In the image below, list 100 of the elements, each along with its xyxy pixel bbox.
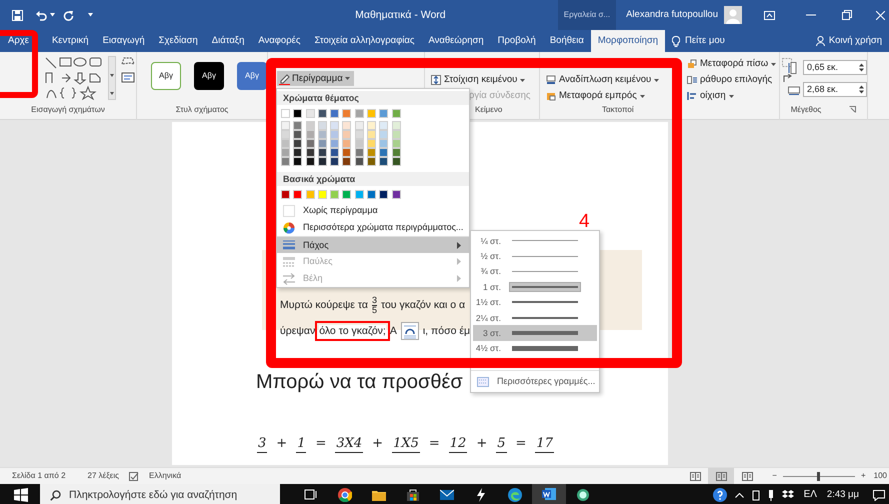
ribbon-tab[interactable]: Αναφορές bbox=[251, 30, 308, 52]
color-swatch[interactable] bbox=[330, 157, 340, 166]
spinner-icon[interactable] bbox=[859, 63, 864, 72]
color-swatch[interactable] bbox=[281, 148, 290, 157]
height-field[interactable]: 0,65 εκ. bbox=[803, 60, 867, 75]
color-swatch[interactable] bbox=[367, 139, 376, 148]
ribbon-command[interactable]: Μεταφορά πίσω bbox=[700, 58, 768, 70]
color-swatch[interactable] bbox=[293, 157, 302, 166]
browser-icon[interactable] bbox=[338, 488, 352, 502]
color-swatch[interactable] bbox=[367, 157, 376, 166]
close-icon[interactable] bbox=[876, 10, 885, 20]
save-icon[interactable] bbox=[12, 10, 23, 20]
color-swatch[interactable] bbox=[392, 157, 401, 166]
color-swatch[interactable] bbox=[354, 121, 364, 130]
caret-icon[interactable] bbox=[728, 94, 734, 98]
color-swatch[interactable] bbox=[318, 157, 327, 166]
share-button[interactable]: Κοινή χρήση bbox=[828, 35, 882, 47]
color-swatch[interactable] bbox=[293, 190, 302, 199]
color-swatch[interactable] bbox=[318, 130, 327, 139]
color-swatch[interactable] bbox=[354, 157, 364, 166]
color-swatch[interactable] bbox=[293, 109, 302, 118]
ribbon-command[interactable]: Αναδίπλωση κειμένου bbox=[559, 74, 652, 86]
app-icon[interactable] bbox=[576, 488, 590, 502]
color-swatch[interactable] bbox=[367, 121, 376, 130]
zoom-in-button[interactable]: + bbox=[860, 471, 866, 481]
store-icon[interactable] bbox=[406, 488, 420, 502]
wrap-text-icon[interactable] bbox=[546, 75, 556, 85]
color-swatch[interactable] bbox=[306, 121, 315, 130]
menu-item[interactable]: Πάχος bbox=[277, 236, 469, 253]
ribbon-tab[interactable]: Εισαγωγή bbox=[96, 30, 152, 52]
menu-item[interactable]: 2¼ στ. bbox=[473, 310, 597, 326]
bring-forward-icon[interactable] bbox=[546, 91, 556, 101]
color-swatch[interactable] bbox=[342, 139, 352, 148]
word-app-icon[interactable] bbox=[542, 487, 556, 501]
color-swatch[interactable] bbox=[379, 157, 388, 166]
color-swatch[interactable] bbox=[281, 190, 290, 199]
dropbox-icon[interactable] bbox=[782, 490, 794, 500]
customize-icon[interactable] bbox=[88, 13, 93, 17]
ribbon-command[interactable]: Στοίχιση κειμένου bbox=[444, 74, 518, 86]
color-swatch[interactable] bbox=[306, 148, 315, 157]
color-swatch[interactable] bbox=[342, 130, 352, 139]
align-icon[interactable] bbox=[687, 91, 697, 101]
ribbon-tab[interactable]: Στοιχεία αλληλογραφίας bbox=[307, 30, 422, 52]
minimize-icon[interactable] bbox=[806, 14, 816, 16]
color-swatch[interactable] bbox=[293, 139, 302, 148]
color-swatch[interactable] bbox=[392, 109, 401, 118]
caret-icon[interactable] bbox=[344, 77, 350, 80]
color-swatch[interactable] bbox=[330, 109, 340, 118]
ribbon-command[interactable]: ράθυρο επιλογής bbox=[700, 74, 772, 86]
ribbon-tab[interactable]: Μορφοποίηση bbox=[590, 30, 666, 52]
outline-button[interactable]: Περίγραμμα bbox=[277, 71, 354, 86]
color-swatch[interactable] bbox=[318, 139, 327, 148]
menu-item[interactable]: Χωρίς περίγραμμα bbox=[277, 202, 469, 219]
color-swatch[interactable] bbox=[330, 121, 340, 130]
caret-icon[interactable] bbox=[520, 78, 526, 82]
ribbon-tab[interactable]: Κεντρική bbox=[44, 30, 96, 52]
color-swatch[interactable] bbox=[379, 121, 388, 130]
zoom-level[interactable]: 100 bbox=[874, 471, 887, 481]
color-swatch[interactable] bbox=[281, 139, 290, 148]
menu-item[interactable]: Περισσότερες γραμμές... bbox=[471, 370, 599, 392]
rotate-icon[interactable] bbox=[782, 74, 794, 83]
color-swatch[interactable] bbox=[342, 190, 352, 199]
selection-pane-icon[interactable] bbox=[687, 75, 697, 85]
caret-icon[interactable] bbox=[771, 62, 776, 66]
redo-icon[interactable] bbox=[63, 10, 74, 20]
color-swatch[interactable] bbox=[379, 139, 388, 148]
color-swatch[interactable] bbox=[306, 109, 315, 118]
taskbar-button[interactable] bbox=[532, 484, 566, 504]
color-swatch[interactable] bbox=[281, 121, 290, 130]
color-swatch[interactable] bbox=[392, 121, 401, 130]
color-swatch[interactable] bbox=[306, 190, 315, 199]
lightning-icon[interactable] bbox=[474, 488, 488, 502]
tell-me-field[interactable]: Πείτε μου bbox=[685, 35, 725, 47]
color-swatch[interactable] bbox=[342, 109, 352, 118]
proofing-icon[interactable] bbox=[129, 472, 139, 480]
color-swatch[interactable] bbox=[330, 190, 340, 199]
menu-item[interactable]: ¾ στ. bbox=[473, 264, 597, 280]
color-swatch[interactable] bbox=[293, 130, 302, 139]
view-button[interactable] bbox=[708, 468, 734, 484]
mail-icon[interactable] bbox=[440, 488, 454, 502]
color-swatch[interactable] bbox=[392, 148, 401, 157]
device-icon[interactable] bbox=[752, 490, 760, 500]
clock-time[interactable]: 2:43 μμ bbox=[826, 489, 859, 501]
color-swatch[interactable] bbox=[379, 190, 388, 199]
color-swatch[interactable] bbox=[392, 139, 401, 148]
page-count[interactable]: Σελίδα 1 από 2 bbox=[12, 471, 66, 481]
color-swatch[interactable] bbox=[342, 121, 352, 130]
color-swatch[interactable] bbox=[318, 190, 327, 199]
color-swatch[interactable] bbox=[342, 148, 352, 157]
color-swatch[interactable] bbox=[318, 109, 327, 118]
menu-item[interactable]: 1½ στ. bbox=[473, 294, 597, 310]
menu-item[interactable]: 3 στ. bbox=[473, 325, 597, 341]
windows-start-icon[interactable] bbox=[14, 488, 28, 502]
caret-icon[interactable] bbox=[640, 94, 645, 98]
undo-icon[interactable] bbox=[35, 10, 47, 20]
color-swatch[interactable] bbox=[306, 130, 315, 139]
print-layout-icon[interactable] bbox=[716, 472, 727, 480]
layout-options-icon[interactable] bbox=[400, 322, 419, 340]
caret-icon[interactable] bbox=[654, 78, 660, 82]
text-align-icon[interactable] bbox=[431, 75, 441, 85]
